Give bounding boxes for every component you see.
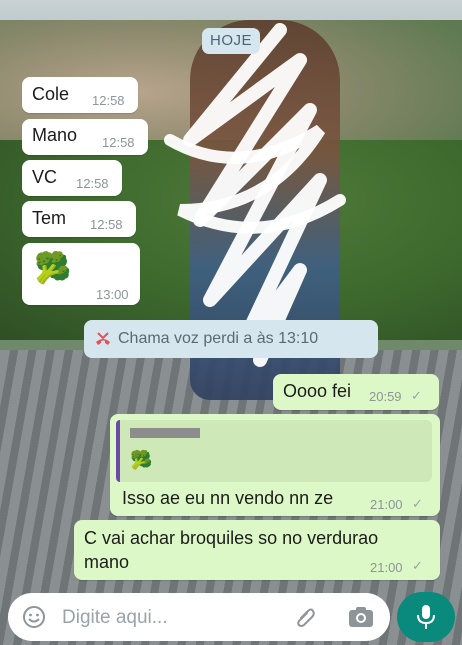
camera-icon[interactable] (348, 605, 374, 629)
message-time: 21:00 (370, 497, 403, 512)
message-time: 12:58 (90, 217, 123, 232)
quoted-message[interactable]: 🥦 (116, 420, 432, 482)
broccoli-emoji-icon: 🥦 (130, 450, 153, 470)
message-text: VC (32, 167, 58, 187)
read-tick-icon: ✓ (412, 496, 423, 511)
incoming-message[interactable]: Cole 12:58 (22, 77, 138, 113)
broccoli-emoji-icon: 🥦 (34, 252, 72, 285)
message-time: 12:58 (102, 135, 135, 150)
mic-button[interactable] (397, 592, 455, 642)
message-time: 12:58 (92, 93, 125, 108)
message-time: 12:58 (76, 176, 109, 191)
message-text: Tem (32, 208, 67, 228)
incoming-message[interactable]: Tem 12:58 (22, 201, 136, 237)
missed-call-icon (96, 332, 110, 345)
message-text: Isso ae eu nn vendo nn ze (122, 488, 334, 508)
missed-call-notice[interactable]: Chama voz perdi a às 13:10 (84, 320, 378, 358)
message-text: Oooo fei (283, 381, 352, 401)
message-time: 20:59 (369, 389, 402, 404)
read-tick-icon: ✓ (411, 388, 422, 403)
message-text: Cole (32, 84, 70, 104)
scribble-overlay (164, 23, 346, 367)
message-input-bar[interactable]: Digite aqui... (8, 593, 390, 641)
message-text: Mano (32, 125, 78, 145)
message-text-line1: C vai achar broquiles so no verdurao (84, 528, 379, 548)
message-time: 13:00 (96, 287, 129, 302)
emoji-icon[interactable] (22, 605, 46, 629)
incoming-message[interactable]: Mano 12:58 (22, 119, 148, 155)
incoming-message-emoji[interactable]: 🥦 13:00 (22, 243, 140, 305)
message-text-line2: mano (84, 552, 130, 572)
read-tick-icon: ✓ (412, 558, 423, 573)
missed-call-text: Chama voz perdi a às 13:10 (118, 330, 319, 347)
incoming-message[interactable]: VC 12:58 (22, 160, 122, 196)
attach-clip-icon[interactable] (294, 605, 318, 629)
outgoing-message[interactable]: C vai achar broquiles so no verdurao man… (74, 520, 440, 580)
quoted-sender-redacted (130, 428, 200, 438)
message-input[interactable]: Digite aqui... (62, 607, 168, 629)
mic-icon (417, 605, 435, 629)
outgoing-message[interactable]: Oooo fei 20:59 ✓ (273, 374, 439, 410)
date-chip: HOJE (202, 28, 260, 54)
quote-bar (116, 420, 120, 482)
message-time: 21:00 (370, 560, 403, 575)
